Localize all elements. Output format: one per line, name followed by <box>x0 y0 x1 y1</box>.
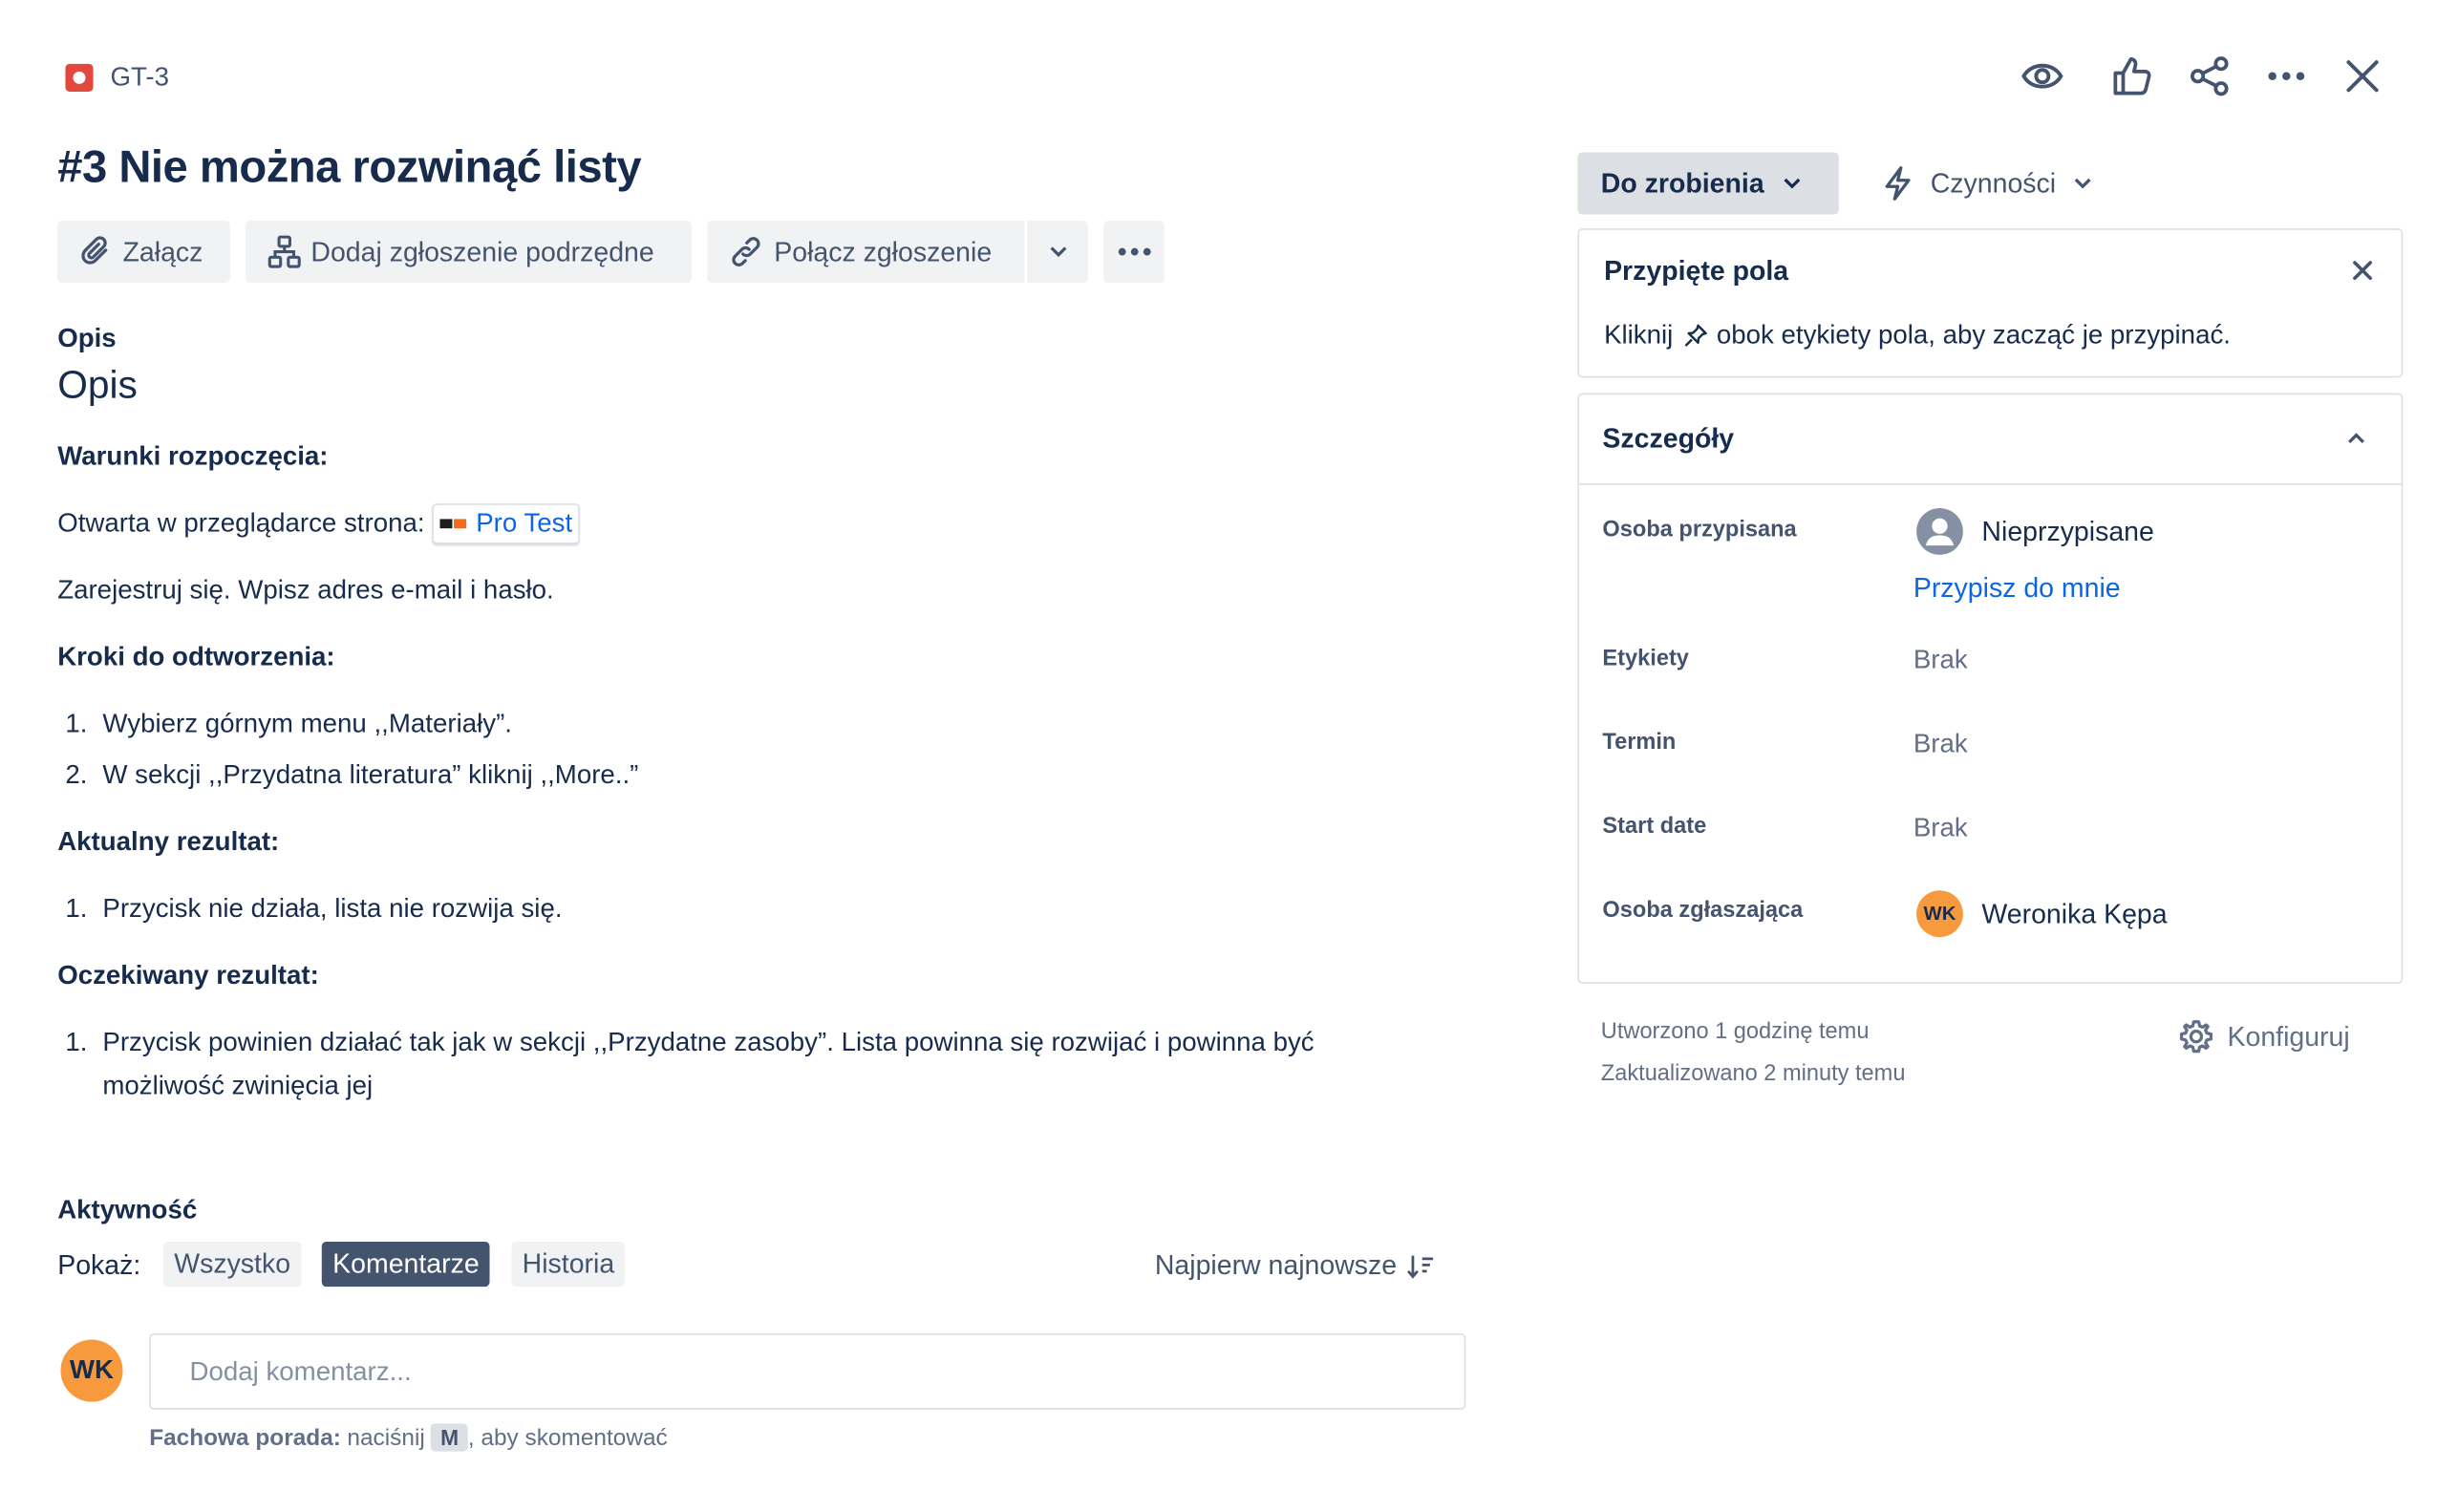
link-issue-label: Połącz zgłoszenie <box>774 235 993 267</box>
actions-label: Czynności <box>1930 166 2057 199</box>
steps-heading: Kroki do odtworzenia: <box>57 641 335 671</box>
keyboard-key: M <box>431 1423 468 1452</box>
activity-heading: Aktywność <box>57 1195 198 1225</box>
link-icon <box>727 235 764 269</box>
updated-timestamp: Zaktualizowano 2 minuty temu <box>1600 1061 1906 1087</box>
expected-result-text-line2: możliwość zwinięcia jej <box>102 1071 374 1100</box>
paperclip-icon <box>79 235 114 269</box>
actual-result-heading: Aktualny rezultat: <box>57 826 280 857</box>
opened-page-line: Otwarta w przeglądarce strona: Pro Test <box>57 503 581 544</box>
description-section-label: Opis <box>57 323 117 353</box>
close-icon[interactable] <box>2352 260 2374 282</box>
pro-tip-text-end: , aby skomentować <box>467 1424 668 1451</box>
smart-link-label: Pro Test <box>476 508 573 538</box>
chevron-down-icon <box>1048 245 1067 258</box>
configure-button[interactable]: Konfiguruj <box>2177 1018 2350 1055</box>
close-icon[interactable] <box>2345 59 2380 94</box>
comment-input[interactable]: Dodaj komentarz... <box>149 1332 1466 1410</box>
expected-result-text-line1: Przycisk powinien działać tak jak w sekc… <box>102 1027 1315 1057</box>
preconditions-heading: Warunki rozpoczęcia: <box>57 441 329 471</box>
sort-label: Najpierw najnowsze <box>1154 1249 1398 1281</box>
assign-to-me-link[interactable]: Przypisz do mnie <box>1913 572 2121 605</box>
avatar: WK <box>60 1339 123 1402</box>
page-title[interactable]: #3 Nie można rozwinąć listy <box>57 143 641 195</box>
more-toolbar-button[interactable] <box>1103 221 1165 284</box>
step-number: 2. <box>65 759 88 790</box>
actual-result-text: Przycisk nie działa, lista nie rozwija s… <box>102 893 563 924</box>
attach-button[interactable]: Załącz <box>57 221 230 284</box>
pinned-fields-hint: Kliknij obok etykiety pola, aby zacząć j… <box>1604 320 2231 351</box>
description-heading: Opis <box>57 363 138 408</box>
add-child-issue-button[interactable]: Dodaj zgłoszenie podrzędne <box>246 221 693 284</box>
reporter-avatar: WK <box>1916 890 1963 938</box>
assignee-label: Osoba przypisana <box>1602 517 1797 543</box>
step-number: 1. <box>65 708 88 738</box>
expected-result-number: 1. <box>65 1027 88 1057</box>
chevron-up-icon[interactable] <box>2347 432 2366 444</box>
register-text: Zarejestruj się. Wpisz adres e-mail i ha… <box>57 574 554 605</box>
breadcrumb: GT-3 <box>65 62 169 94</box>
smart-link[interactable]: Pro Test <box>432 503 581 544</box>
pin-icon <box>1684 323 1709 348</box>
more-icon <box>1115 245 1152 258</box>
start-date-value[interactable]: Brak <box>1913 813 1968 844</box>
filter-history[interactable]: Historia <box>511 1241 626 1288</box>
link-issue-dropdown[interactable] <box>1027 221 1088 284</box>
expected-result-heading: Oczekiwany rezultat: <box>57 960 319 990</box>
actions-button[interactable]: Czynności <box>1882 164 2091 202</box>
start-date-label: Start date <box>1602 814 1707 840</box>
chevron-down-icon <box>1783 177 1802 189</box>
share-icon[interactable] <box>2189 54 2233 98</box>
show-label: Pokaż: <box>57 1249 141 1281</box>
pinned-fields-panel: Przypięte pola Kliknij obok etykiety pol… <box>1577 228 2404 378</box>
due-date-value[interactable]: Brak <box>1913 729 1968 760</box>
status-label: Do zrobienia <box>1600 166 1764 199</box>
filter-comments[interactable]: Komentarze <box>321 1241 491 1288</box>
due-date-label: Termin <box>1602 730 1677 756</box>
user-avatar-icon <box>1916 508 1963 555</box>
reporter-label: Osoba zgłaszająca <box>1602 898 1804 924</box>
reporter-initials: WK <box>1923 903 1956 926</box>
status-button[interactable]: Do zrobienia <box>1577 152 1839 215</box>
watch-icon[interactable] <box>2020 56 2064 96</box>
pinned-fields-title: Przypięte pola <box>1604 254 1789 287</box>
configure-label: Konfiguruj <box>2227 1020 2350 1052</box>
pro-tip-text: naciśnij <box>347 1424 425 1451</box>
opened-page-text: Otwarta w przeglądarce strona: <box>57 508 425 538</box>
chevron-down-icon <box>2073 177 2092 189</box>
add-child-label: Dodaj zgłoszenie podrzędne <box>310 235 654 267</box>
filter-all[interactable]: Wszystko <box>162 1241 302 1288</box>
pro-tip-bold: Fachowa porada: <box>149 1424 341 1451</box>
lightning-icon <box>1882 164 1913 202</box>
sort-icon <box>1406 1253 1434 1278</box>
pro-tip: Fachowa porada: naciśnij M , aby skoment… <box>149 1423 668 1452</box>
attach-label: Załącz <box>122 235 203 267</box>
child-issue-icon <box>267 235 302 269</box>
site-favicon-icon <box>439 516 468 531</box>
labels-value[interactable]: Brak <box>1913 645 1968 676</box>
bug-icon <box>65 63 94 92</box>
issue-key-link[interactable]: GT-3 <box>111 62 169 94</box>
thumbs-up-icon[interactable] <box>2110 54 2151 98</box>
created-timestamp: Utworzono 1 godzinę temu <box>1600 1019 1870 1045</box>
gear-icon <box>2177 1018 2214 1055</box>
step-text: Wybierz górnym menu ,,Materiały”. <box>102 708 512 738</box>
sort-button[interactable]: Najpierw najnowsze <box>1155 1249 1434 1282</box>
link-issue-button[interactable]: Połącz zgłoszenie <box>707 221 1025 284</box>
details-title: Szczegóły <box>1602 422 1735 455</box>
assignee-value[interactable]: Nieprzypisane <box>1981 516 2153 548</box>
reporter-name[interactable]: Weronika Kępa <box>1981 898 2167 930</box>
actual-result-number: 1. <box>65 893 88 924</box>
labels-label: Etykiety <box>1602 646 1689 671</box>
more-actions-icon[interactable] <box>2266 62 2306 90</box>
avatar-initials: WK <box>69 1354 115 1385</box>
step-text: W sekcji ,,Przydatna literatura” kliknij… <box>102 759 639 790</box>
pinned-hint-text-end: obok etykiety pola, aby zacząć je przypi… <box>1716 320 2231 351</box>
details-header[interactable]: Szczegóły <box>1579 394 2402 485</box>
pinned-hint-text: Kliknij <box>1604 320 1674 351</box>
